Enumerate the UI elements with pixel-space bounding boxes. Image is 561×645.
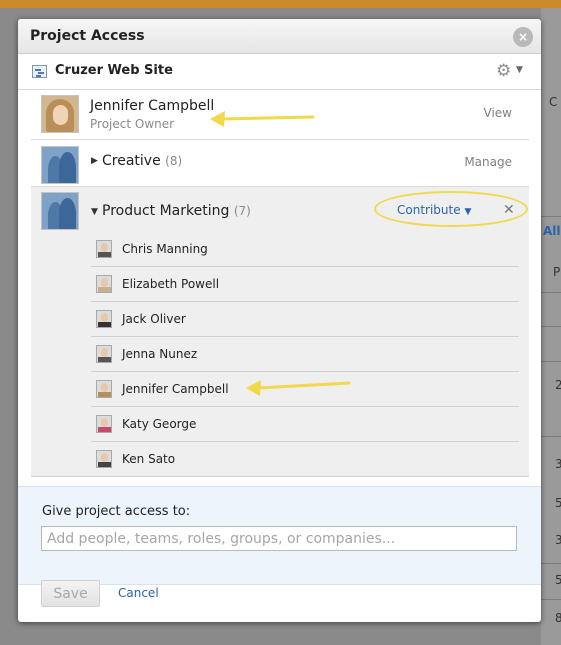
member-name: Ken Sato <box>122 452 176 466</box>
owner-name: Jennifer Campbell <box>90 98 215 114</box>
dialog-footer: Save Cancel <box>18 580 541 622</box>
team-name-label: Creative <box>102 153 161 169</box>
chevron-down-icon: ▼ <box>464 207 472 217</box>
close-icon[interactable]: × <box>513 27 533 47</box>
permission-manage[interactable]: Manage <box>464 155 512 169</box>
project-name: Cruzer Web Site <box>55 63 173 78</box>
team-row-creative[interactable]: ▶ Creative (8) Manage <box>31 140 529 187</box>
avatar <box>96 275 112 293</box>
background-divider <box>541 563 561 564</box>
project-icon <box>32 65 47 78</box>
list-item: Jenna Nunez <box>91 337 519 372</box>
member-name: Jack Oliver <box>122 312 186 326</box>
team-name[interactable]: Creative (8) <box>102 153 182 169</box>
remove-icon[interactable]: ✕ <box>503 202 515 218</box>
list-item: Katy George <box>91 407 519 442</box>
background-divider <box>541 326 561 327</box>
list-item: Jack Oliver <box>91 302 519 337</box>
background-divider <box>541 599 561 600</box>
group-avatar-icon <box>41 192 79 230</box>
avatar <box>41 95 79 133</box>
background-link: All <box>543 224 561 238</box>
owner-role: Project Owner <box>90 117 175 131</box>
give-access-label: Give project access to: <box>42 504 191 519</box>
permission-view[interactable]: View <box>484 106 512 120</box>
permission-dropdown[interactable]: Contribute ▼ <box>397 203 471 217</box>
avatar <box>96 450 112 468</box>
cancel-button[interactable]: Cancel <box>118 586 159 600</box>
app-top-bar <box>0 0 561 8</box>
group-avatar-icon <box>41 146 79 184</box>
member-name: Chris Manning <box>122 242 208 256</box>
list-item: Jennifer Campbell <box>91 372 519 407</box>
team-name[interactable]: Product Marketing (7) <box>102 203 251 219</box>
background-text: C <box>549 95 558 109</box>
background-divider <box>541 361 561 362</box>
avatar <box>96 310 112 328</box>
member-name: Katy George <box>122 417 197 431</box>
team-name-label: Product Marketing <box>102 203 230 219</box>
background-divider <box>541 436 561 437</box>
background-text: 5 <box>555 496 561 510</box>
gear-icon[interactable]: ⚙ <box>496 61 511 81</box>
expand-arrow-icon[interactable]: ▶ <box>91 156 98 166</box>
member-name: Jenna Nunez <box>122 347 198 361</box>
background-text: 2 <box>555 378 561 392</box>
background-text: 3 <box>555 457 561 471</box>
team-header: ▼ Product Marketing (7) Contribute ▼ ✕ <box>31 187 529 232</box>
project-access-dialog: Project Access × Cruzer Web Site ⚙ ▼ Jen… <box>18 19 541 622</box>
member-list: Chris Manning Elizabeth Powell Jack Oliv… <box>31 232 529 476</box>
dialog-title: Project Access <box>30 28 145 44</box>
team-row-product-marketing: ▼ Product Marketing (7) Contribute ▼ ✕ C… <box>31 187 529 477</box>
collapse-arrow-icon[interactable]: ▼ <box>91 207 98 217</box>
background-divider <box>541 216 561 217</box>
background-divider <box>541 292 561 293</box>
avatar <box>96 415 112 433</box>
member-name: Jennifer Campbell <box>122 382 229 396</box>
background-text: P <box>553 265 561 279</box>
save-button[interactable]: Save <box>41 580 100 607</box>
give-access-panel: Give project access to: <box>18 486 541 585</box>
list-item: Ken Sato <box>91 442 519 476</box>
access-list: Jennifer Campbell Project Owner View ▶ C… <box>31 89 529 477</box>
list-item: Chris Manning <box>91 232 519 267</box>
background-text: 3 <box>555 533 561 547</box>
avatar <box>96 345 112 363</box>
avatar <box>96 240 112 258</box>
background-text: 5 <box>555 573 561 587</box>
list-item: Elizabeth Powell <box>91 267 519 302</box>
team-count: (7) <box>233 204 251 218</box>
team-count: (8) <box>165 154 183 168</box>
owner-row: Jennifer Campbell Project Owner View <box>31 89 529 140</box>
project-header: Cruzer Web Site ⚙ ▼ <box>18 54 541 90</box>
dialog-titlebar: Project Access × <box>18 19 541 54</box>
chevron-down-icon[interactable]: ▼ <box>516 65 523 75</box>
avatar <box>96 380 112 398</box>
permission-label: Contribute <box>397 203 461 217</box>
add-access-input[interactable] <box>41 526 517 551</box>
member-name: Elizabeth Powell <box>122 277 220 291</box>
background-text: 8 <box>555 611 561 625</box>
